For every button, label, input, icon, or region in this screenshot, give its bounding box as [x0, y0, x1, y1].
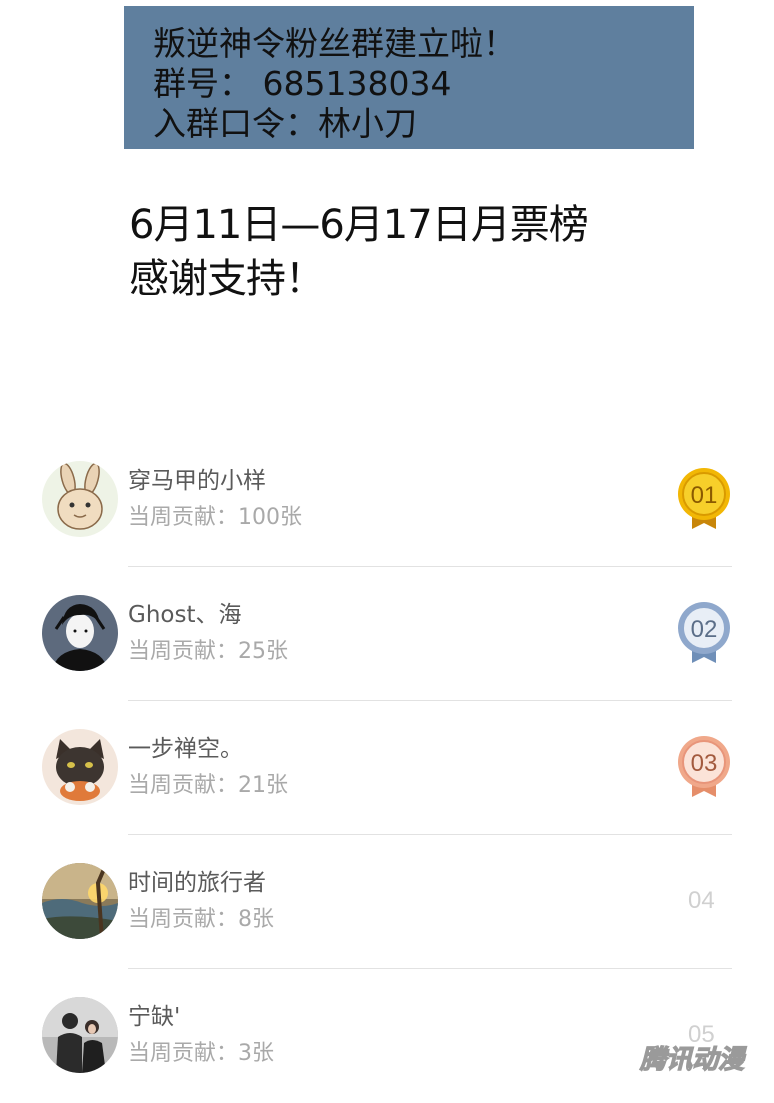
- ranking-title: 6月11日—6月17日月票榜 感谢支持！: [129, 198, 689, 306]
- weekly-contribution: 当周贡献：3张: [128, 1041, 274, 1066]
- ranking-row[interactable]: 时间的旅行者 当周贡献：8张 04: [0, 835, 774, 969]
- landscape-avatar-icon[interactable]: [42, 863, 118, 939]
- user-name[interactable]: 时间的旅行者: [128, 869, 266, 897]
- user-name[interactable]: 穿马甲的小样: [128, 467, 266, 495]
- bronze-medal-icon: 03: [676, 735, 732, 799]
- thanks-text: 感谢支持！: [129, 256, 325, 302]
- monthly-ticket-ranking-list: 穿马甲的小样 当周贡献：100张 01 Ghost、海 当周贡献：25张 02 …: [0, 433, 774, 1103]
- ranking-row[interactable]: 宁缺' 当周贡献：3张 05: [0, 969, 774, 1103]
- user-name[interactable]: 一步禅空。: [128, 735, 243, 763]
- medal-rank-number: 01: [691, 482, 718, 509]
- user-name[interactable]: Ghost、海: [128, 601, 241, 629]
- tencent-comics-watermark-logo: 腾讯动漫: [630, 1040, 754, 1076]
- silver-medal-icon: 02: [676, 601, 732, 665]
- user-name[interactable]: 宁缺': [128, 1003, 180, 1031]
- medal-rank-number: 02: [691, 616, 718, 643]
- fan-group-banner: 叛逆神令粉丝群建立啦！ 群号： 685138034 入群口令：林小刀: [124, 6, 694, 149]
- weekly-contribution: 当周贡献：8张: [128, 907, 274, 932]
- rank-number: 04: [688, 887, 715, 914]
- cat-avatar-icon[interactable]: [42, 729, 118, 805]
- couple-photo-avatar-icon[interactable]: [42, 997, 118, 1073]
- ranking-period-title: 6月11日—6月17日月票榜: [129, 202, 589, 248]
- medal-rank-number: 03: [691, 750, 718, 777]
- weekly-contribution: 当周贡献：100张: [128, 505, 302, 530]
- weekly-contribution: 当周贡献：25张: [128, 639, 288, 664]
- rabbit-avatar-icon[interactable]: [42, 461, 118, 537]
- banner-group-number: 群号： 685138034: [153, 64, 452, 103]
- ink-portrait-avatar-icon[interactable]: [42, 595, 118, 671]
- ranking-row[interactable]: 一步禅空。 当周贡献：21张 03: [0, 701, 774, 835]
- banner-join-password: 入群口令：林小刀: [153, 104, 417, 143]
- ranking-row[interactable]: Ghost、海 当周贡献：25张 02: [0, 567, 774, 701]
- weekly-contribution: 当周贡献：21张: [128, 773, 288, 798]
- svg-text:腾讯动漫: 腾讯动漫: [639, 1045, 747, 1075]
- banner-announcement: 叛逆神令粉丝群建立啦！: [153, 24, 516, 63]
- gold-medal-icon: 01: [676, 467, 732, 531]
- ranking-row[interactable]: 穿马甲的小样 当周贡献：100张 01: [0, 433, 774, 567]
